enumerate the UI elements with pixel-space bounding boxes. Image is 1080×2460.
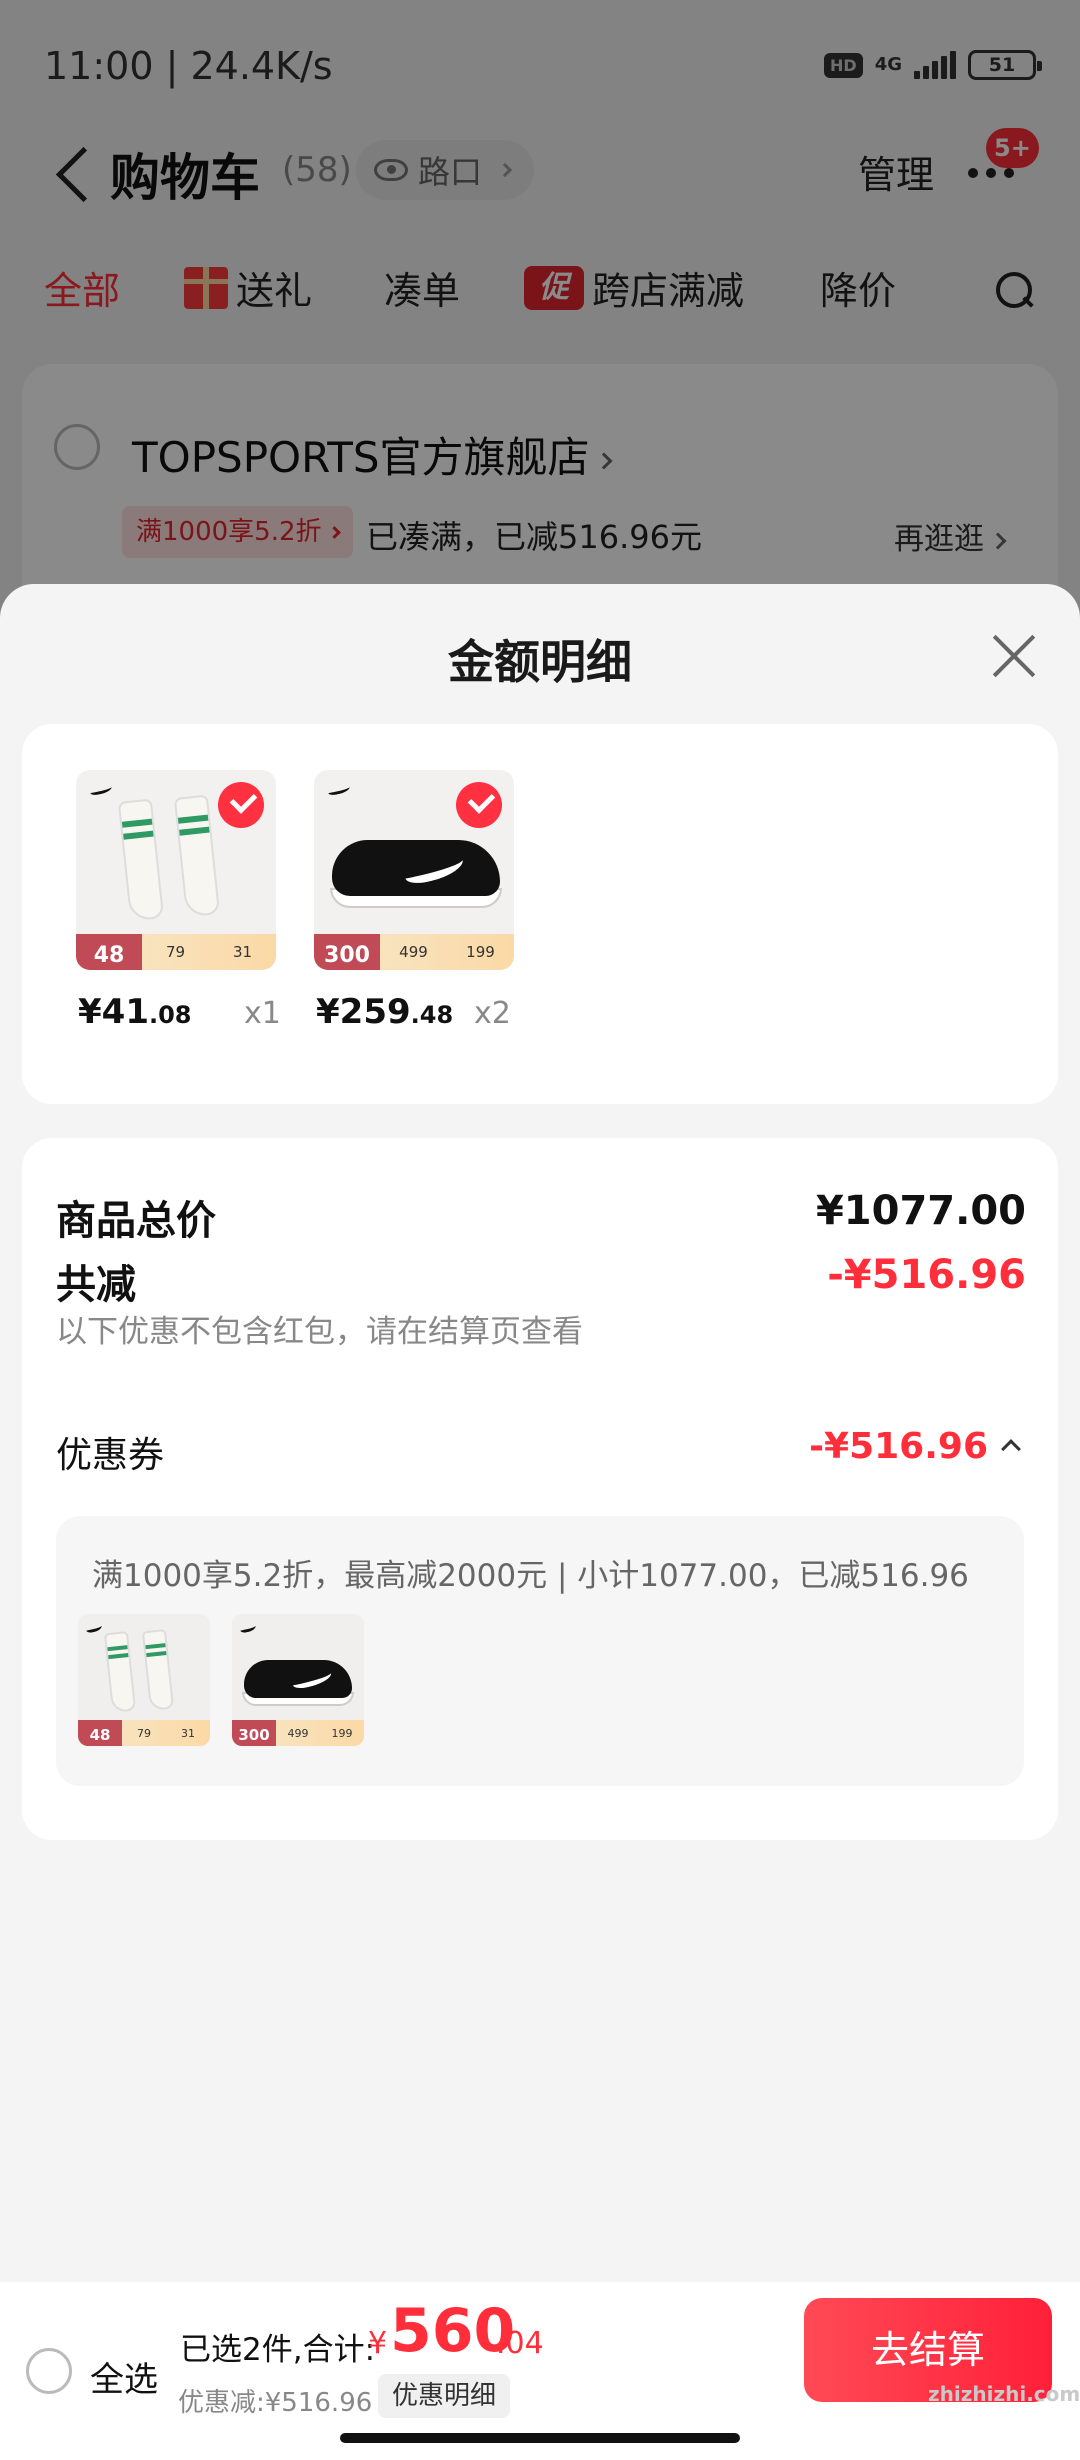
- price-tag: 48: [76, 934, 142, 970]
- price-summary-card: 商品总价 ¥1077.00 共减 -¥516.96 以下优惠不包含红包，请在结算…: [22, 1138, 1058, 1840]
- price-strip: 300 499 199: [232, 1720, 364, 1746]
- coupon-product-thumb: 48 79 31: [78, 1614, 210, 1746]
- amount-detail-sheet: 金额明细 48 79 31 ¥41.08 x1 300 499 199 ¥259…: [0, 584, 1080, 2460]
- strip-price-a: 499: [399, 943, 428, 961]
- strip-price-b: 199: [331, 1726, 353, 1740]
- goods-total-label: 商品总价: [56, 1198, 216, 1244]
- price-tag: 300: [314, 934, 380, 970]
- product-quantity: x1: [244, 996, 281, 1031]
- product-item[interactable]: 300 499 199: [314, 770, 514, 970]
- product-price: ¥259.48: [316, 992, 453, 1032]
- nike-logo-icon: [89, 783, 113, 797]
- total-amount-decimal: .04: [496, 2326, 544, 2361]
- strip-price-a: 499: [287, 1726, 309, 1740]
- coupon-label: 优惠券: [56, 1435, 165, 1476]
- total-reduce-label: 共减: [56, 1262, 136, 1308]
- price-strip: 48 79 31: [78, 1720, 210, 1746]
- strip-price-b: 199: [466, 943, 495, 961]
- checkout-bar: 全选 已选2件,合计: ¥ 560 .04 优惠减:¥516.96 优惠明细 去…: [0, 2282, 1080, 2460]
- coupon-product-thumb: 300 499 199: [232, 1614, 364, 1746]
- home-indicator[interactable]: [340, 2433, 740, 2443]
- product-quantity: x2: [474, 996, 511, 1031]
- coupon-detail-box: 满1000享5.2折，最高减2000元 | 小计1077.00，已减516.96…: [56, 1516, 1024, 1786]
- selected-items-card: 48 79 31 ¥41.08 x1 300 499 199 ¥259.48 x…: [22, 724, 1058, 1104]
- price-strip: 300 499 199: [314, 934, 514, 970]
- price-int: ¥41: [78, 992, 149, 1032]
- nike-logo-icon: [327, 783, 351, 797]
- price-int: ¥259: [316, 992, 411, 1032]
- discount-note: 以下优惠不包含红包，请在结算页查看: [56, 1314, 583, 1350]
- price-tag: 48: [78, 1720, 122, 1746]
- select-all-label[interactable]: 全选: [90, 2352, 158, 2401]
- close-icon[interactable]: [986, 628, 1042, 684]
- goods-total-value: ¥1077.00: [815, 1188, 1026, 1234]
- discount-detail-button[interactable]: 优惠明细: [378, 2374, 511, 2418]
- total-reduce-value: -¥516.96: [827, 1252, 1026, 1298]
- checked-icon: [456, 782, 502, 828]
- price-decimal: .08: [148, 1001, 192, 1029]
- price-tag: 300: [232, 1720, 276, 1746]
- coupon-description: 满1000享5.2折，最高减2000元 | 小计1077.00，已减516.96: [92, 1558, 969, 1594]
- checked-icon: [218, 782, 264, 828]
- watermark: zhizhizhi.com: [928, 2382, 1080, 2406]
- coupon-value[interactable]: -¥516.96: [809, 1426, 988, 1467]
- price-strip: 48 79 31: [76, 934, 276, 970]
- strip-price-a: 79: [165, 943, 186, 961]
- product-price: ¥41.08: [78, 992, 192, 1032]
- selected-count: 已选2件,合计:: [180, 2332, 376, 2368]
- product-image-shoes: 300 499 199: [314, 770, 514, 970]
- product-item[interactable]: 48 79 31: [76, 770, 276, 970]
- discount-amount: 优惠减:¥516.96: [178, 2388, 373, 2418]
- select-all-radio[interactable]: [26, 2348, 72, 2394]
- strip-price-a: 79: [137, 1726, 151, 1740]
- product-image-socks: 48 79 31: [76, 770, 276, 970]
- price-decimal: .48: [410, 1001, 454, 1029]
- sheet-title: 金额明细: [448, 635, 632, 689]
- total-currency: ¥: [368, 2326, 388, 2361]
- chevron-up-icon[interactable]: [1001, 1439, 1021, 1459]
- strip-price-b: 31: [181, 1726, 195, 1740]
- strip-price-b: 31: [232, 943, 253, 961]
